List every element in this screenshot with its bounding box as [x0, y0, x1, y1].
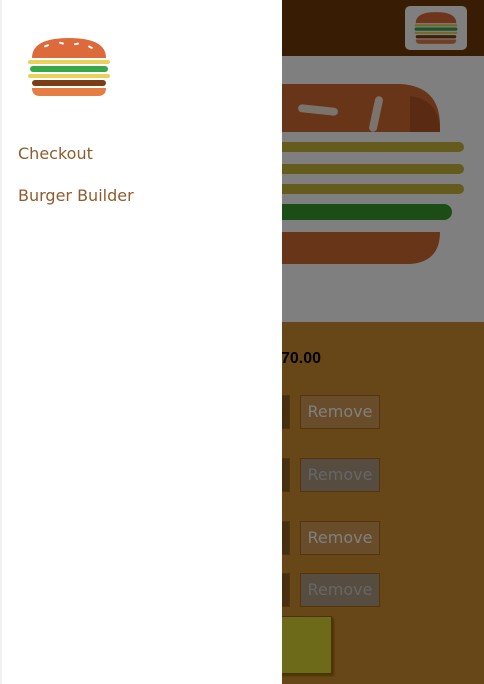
drawer-logo[interactable]	[26, 36, 112, 98]
side-drawer: Checkout Burger Builder	[0, 0, 282, 684]
nav-item-burger-builder[interactable]: Burger Builder	[18, 186, 134, 205]
nav-item-checkout[interactable]: Checkout	[18, 144, 93, 163]
burger-logo-icon	[28, 38, 110, 96]
